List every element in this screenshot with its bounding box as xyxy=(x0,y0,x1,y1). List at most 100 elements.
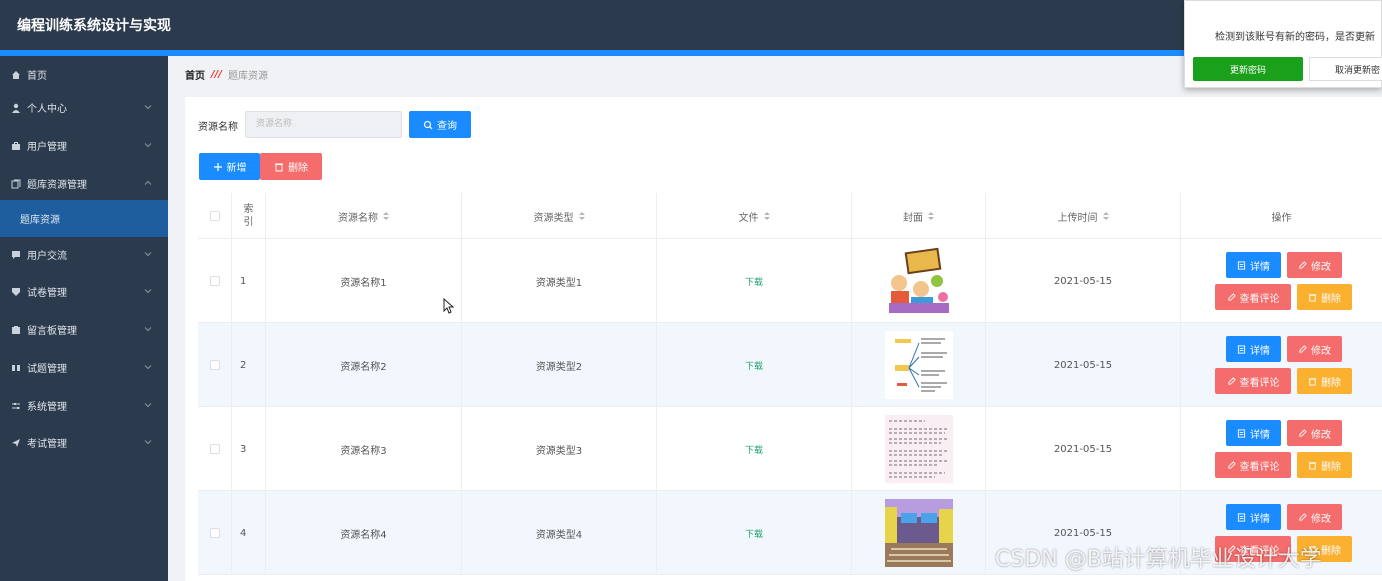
password-update-popup: 检测到该账号有新的密码，是否更新 更新密码 取消更新密 xyxy=(1184,0,1382,88)
edit-button[interactable]: 修改 xyxy=(1287,336,1342,362)
user-icon xyxy=(10,102,21,113)
detail-button[interactable]: 详情 xyxy=(1226,252,1281,278)
cartoon-kids-image xyxy=(884,247,953,315)
type-cell: 资源类型1 xyxy=(462,239,657,323)
header-file[interactable]: 文件 xyxy=(657,193,852,239)
index-cell: 3 xyxy=(232,407,266,491)
edit-icon xyxy=(1299,344,1307,353)
search-button-label: 查询 xyxy=(437,121,457,132)
type-cell: 资源类型3 xyxy=(462,407,657,491)
header-name[interactable]: 资源名称 xyxy=(266,193,462,239)
delete-button[interactable]: 删除 xyxy=(1297,452,1352,478)
edit-button[interactable]: 修改 xyxy=(1287,420,1342,446)
row-checkbox[interactable] xyxy=(209,360,220,370)
header-type[interactable]: 资源类型 xyxy=(462,193,657,239)
sidebar-item-exams[interactable]: 考试管理 xyxy=(0,424,168,461)
edit-button[interactable]: 修改 xyxy=(1287,504,1342,530)
select-all-cell xyxy=(198,193,232,239)
sidebar-item-question-bank[interactable]: 题库资源管理 xyxy=(0,165,168,202)
chevron-down-icon xyxy=(144,105,152,110)
sidebar-item-messages[interactable]: 留言板管理 xyxy=(0,311,168,348)
ops-cell: 详情 修改 查看评论 删除 xyxy=(1181,239,1382,323)
row-checkbox[interactable] xyxy=(209,528,220,538)
name-cell: 资源名称2 xyxy=(266,323,462,407)
delete-button[interactable]: 删除 xyxy=(1297,284,1352,310)
chevron-down-icon xyxy=(144,365,152,370)
view-comments-button[interactable]: 查看评论 xyxy=(1215,368,1291,394)
sidebar-item-papers[interactable]: 试卷管理 xyxy=(0,273,168,310)
name-cell: 资源名称4 xyxy=(266,491,462,575)
view-comments-label: 查看评论 xyxy=(1239,377,1280,389)
document-image xyxy=(884,415,953,483)
detail-button[interactable]: 详情 xyxy=(1226,336,1281,362)
sidebar-item-label: 题库资源 xyxy=(20,215,60,226)
file-cell: 下载 xyxy=(657,239,852,323)
table-header: 索引 资源名称 资源类型 文件 封面 上传时间 操作 xyxy=(198,193,1382,239)
sort-icon[interactable] xyxy=(763,211,770,221)
trash-icon xyxy=(1308,293,1317,302)
row-checkbox[interactable] xyxy=(209,444,220,454)
download-link[interactable]: 下载 xyxy=(745,275,763,288)
sidebar-item-resources[interactable]: 题库资源 xyxy=(0,200,168,237)
name-cell: 资源名称1 xyxy=(266,239,462,323)
delete-button[interactable]: 删除 xyxy=(1297,368,1352,394)
add-button[interactable]: 新增 xyxy=(199,153,260,180)
breadcrumb-home[interactable]: 首页 xyxy=(185,67,205,82)
detail-button[interactable]: 详情 xyxy=(1226,420,1281,446)
download-link[interactable]: 下载 xyxy=(745,443,763,456)
sidebar-item-system[interactable]: 系统管理 xyxy=(0,387,168,424)
file-cell: 下载 xyxy=(657,323,852,407)
sidebar-item-questions[interactable]: 试题管理 xyxy=(0,349,168,386)
app-title: 编程训练系统设计与实现 xyxy=(17,18,171,34)
header-time[interactable]: 上传时间 xyxy=(986,193,1181,239)
header-cover[interactable]: 封面 xyxy=(852,193,986,239)
sidebar-item-exchange[interactable]: 用户交流 xyxy=(0,236,168,273)
board-icon xyxy=(10,324,21,335)
sort-icon[interactable] xyxy=(928,211,934,221)
search-icon xyxy=(423,120,433,129)
chevron-down-icon xyxy=(144,252,152,257)
row-select-cell xyxy=(198,323,232,407)
detail-label: 详情 xyxy=(1250,429,1270,441)
sidebar-item-label: 首页 xyxy=(27,71,47,82)
sort-icon[interactable] xyxy=(578,211,585,221)
update-password-button[interactable]: 更新密码 xyxy=(1193,57,1303,81)
rows-icon xyxy=(10,362,21,373)
bulk-delete-button[interactable]: 删除 xyxy=(260,153,322,180)
search-input[interactable]: 资源名称 xyxy=(245,111,402,138)
sidebar: 首页 个人中心 用户管理 题库资源管理 题库资源 用户交流 试卷管理 留言板管理… xyxy=(0,56,168,581)
sort-icon[interactable] xyxy=(383,211,389,221)
edit-label: 修改 xyxy=(1311,345,1331,357)
sidebar-item-home[interactable]: 首页 xyxy=(0,56,168,93)
sidebar-item-label: 系统管理 xyxy=(27,402,67,413)
row-select-cell xyxy=(198,239,232,323)
download-link[interactable]: 下载 xyxy=(745,527,763,540)
file-cell: 下载 xyxy=(657,407,852,491)
edit-button[interactable]: 修改 xyxy=(1287,252,1342,278)
chevron-up-icon xyxy=(144,180,152,185)
cancel-update-button[interactable]: 取消更新密 xyxy=(1309,57,1382,81)
table-row: 2 资源名称2 资源类型2 下载 2021-05-15 详情 修改 查看评论 删… xyxy=(198,323,1382,407)
view-comments-button[interactable]: 查看评论 xyxy=(1215,284,1291,310)
view-comments-button[interactable]: 查看评论 xyxy=(1215,452,1291,478)
shield-icon xyxy=(10,286,21,297)
popup-message: 检测到该账号有新的密码，是否更新 xyxy=(1215,32,1375,43)
sidebar-item-profile[interactable]: 个人中心 xyxy=(0,89,168,126)
chevron-down-icon xyxy=(144,327,152,332)
select-all-checkbox[interactable] xyxy=(209,211,220,221)
download-link[interactable]: 下载 xyxy=(745,359,763,372)
search-button[interactable]: 查询 xyxy=(409,111,471,138)
row-checkbox[interactable] xyxy=(209,276,220,286)
sidebar-item-users[interactable]: 用户管理 xyxy=(0,127,168,164)
detail-label: 详情 xyxy=(1250,345,1270,357)
delete-label: 删除 xyxy=(1321,461,1341,473)
detail-button[interactable]: 详情 xyxy=(1226,504,1281,530)
sidebar-item-label: 试题管理 xyxy=(27,364,67,375)
sort-icon[interactable] xyxy=(1102,211,1109,221)
sidebar-item-label: 留言板管理 xyxy=(27,326,77,337)
header-cover-label: 封面 xyxy=(903,212,923,224)
time-cell: 2021-05-15 xyxy=(986,239,1181,323)
document-icon xyxy=(1237,344,1246,354)
trash-icon xyxy=(1308,461,1317,470)
edit-icon xyxy=(1299,260,1307,269)
